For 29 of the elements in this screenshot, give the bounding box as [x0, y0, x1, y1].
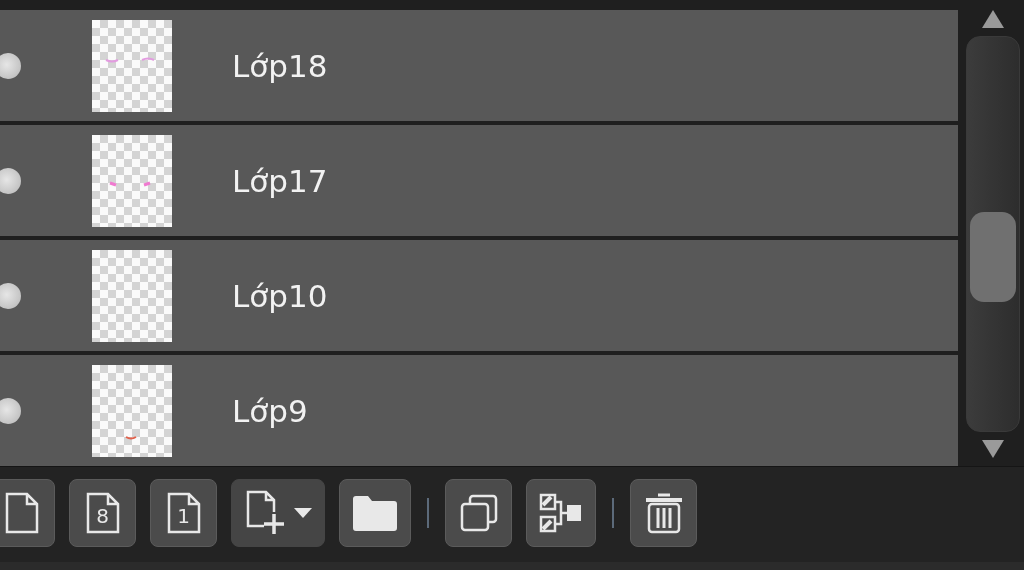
new-page-icon: [4, 492, 39, 534]
visibility-toggle[interactable]: [0, 52, 21, 79]
caret-icon: [294, 508, 312, 518]
layer-name: Lớp9: [232, 392, 308, 429]
layer-row[interactable]: Lớp17: [0, 125, 958, 236]
layer-name: Lớp10: [232, 277, 328, 314]
visibility-toggle[interactable]: [0, 397, 21, 424]
new-page-button[interactable]: [0, 479, 55, 547]
layer-row[interactable]: Lớp9: [0, 355, 958, 466]
scrollbar-track[interactable]: [966, 36, 1020, 432]
add-page-button[interactable]: [231, 479, 325, 547]
trash-icon: [643, 492, 684, 534]
folder-button[interactable]: [339, 479, 411, 547]
duplicate-icon: [459, 494, 498, 532]
visibility-toggle[interactable]: [0, 167, 21, 194]
layer-name: Lớp17: [232, 162, 328, 199]
merge-layers-icon: [539, 493, 583, 533]
layer-row[interactable]: Lớp18: [0, 10, 958, 121]
visibility-toggle[interactable]: [0, 282, 21, 309]
scrollbar-thumb[interactable]: [970, 212, 1016, 302]
layer-row[interactable]: Lớp10: [0, 240, 958, 351]
delete-button[interactable]: [630, 479, 697, 547]
page-button[interactable]: 1: [150, 479, 217, 547]
duplicate-button[interactable]: [445, 479, 512, 547]
merge-button[interactable]: [526, 479, 596, 547]
layer-name: Lớp18: [232, 47, 328, 84]
folder-icon: [352, 495, 398, 531]
page-button[interactable]: 8: [69, 479, 136, 547]
add-page-icon: [244, 490, 286, 536]
